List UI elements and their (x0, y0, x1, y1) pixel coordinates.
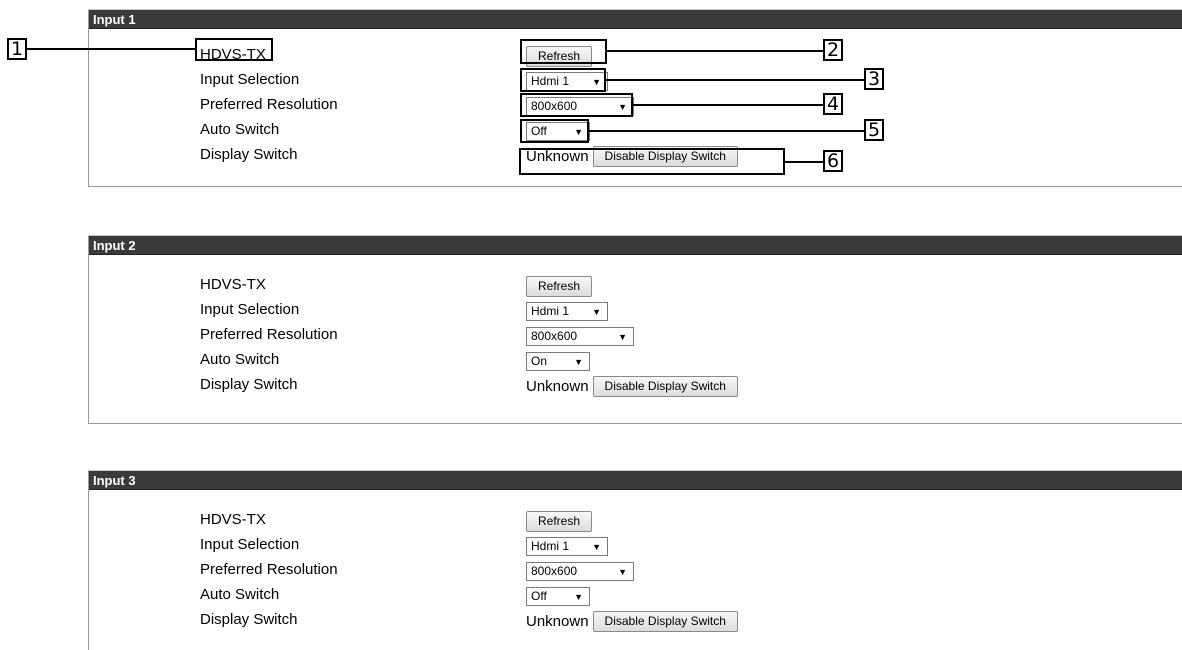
hdvs-tx-label: HDVS-TX (200, 511, 266, 528)
auto-switch-row: Auto Switch On ▼ (89, 348, 1182, 373)
refresh-button[interactable]: Refresh (526, 510, 593, 532)
caret-down-icon: ▼ (592, 306, 601, 317)
display-switch-status: Unknown (526, 612, 589, 630)
auto-switch-value: On (531, 354, 548, 368)
panel-title: Input 1 (89, 10, 1182, 29)
auto-switch-label: Auto Switch (200, 586, 280, 603)
callout-4-line (633, 104, 823, 106)
callout-5-line (589, 130, 864, 132)
callout-1-line (27, 48, 195, 50)
callout-1-highlight (195, 38, 273, 61)
callout-6-line (785, 161, 823, 163)
input-3-panel: Input 3 HDVS-TX Refresh Input Selection … (88, 470, 1182, 650)
preferred-resolution-row: Preferred Resolution 800x600 ▼ (89, 323, 1182, 348)
preferred-resolution-label: Preferred Resolution (200, 326, 338, 343)
caret-down-icon: ▼ (618, 566, 627, 577)
callout-5-highlight (520, 119, 589, 143)
callout-6: 6 (823, 150, 843, 172)
input-selection-value: Hdmi 1 (531, 539, 570, 553)
callout-2: 2 (823, 39, 843, 61)
auto-switch-row: Auto Switch Off ▼ (89, 583, 1182, 608)
preferred-resolution-row: Preferred Resolution 800x600 ▼ (89, 558, 1182, 583)
auto-switch-label: Auto Switch (200, 121, 280, 138)
input-selection-row: Input Selection Hdmi 1 ▼ (89, 533, 1182, 558)
callout-6-highlight (519, 148, 785, 175)
input-selection-value: Hdmi 1 (531, 304, 570, 318)
display-switch-label: Display Switch (200, 611, 298, 628)
callout-3: 3 (864, 68, 884, 90)
input-selection-select[interactable]: Hdmi 1 ▼ (526, 536, 608, 556)
callout-4-highlight (520, 93, 633, 117)
input-selection-label: Input Selection (200, 301, 300, 318)
input-selection-label: Input Selection (200, 536, 300, 553)
callout-3-line (606, 79, 864, 81)
callout-4: 4 (823, 93, 843, 115)
input-selection-label: Input Selection (200, 71, 300, 88)
display-switch-label: Display Switch (200, 146, 298, 163)
panel-title: Input 3 (89, 471, 1182, 490)
hdvs-tx-label: HDVS-TX (200, 276, 266, 293)
preferred-resolution-value: 800x600 (531, 564, 578, 578)
callout-2-highlight (520, 39, 607, 64)
preferred-resolution-label: Preferred Resolution (200, 561, 338, 578)
auto-switch-select[interactable]: On ▼ (526, 351, 590, 371)
hdvs-tx-row: HDVS-TX Refresh (89, 508, 1182, 533)
callout-3-highlight (520, 68, 606, 92)
input-2-panel: Input 2 HDVS-TX Refresh Input Selection … (88, 235, 1182, 424)
preferred-resolution-select[interactable]: 800x600 ▼ (526, 561, 634, 581)
disable-display-switch-button[interactable]: Disable Display Switch (592, 375, 738, 397)
disable-display-switch-button[interactable]: Disable Display Switch (592, 610, 738, 632)
display-switch-label: Display Switch (200, 376, 298, 393)
auto-switch-value: Off (531, 589, 547, 603)
caret-down-icon: ▼ (618, 331, 627, 342)
caret-down-icon: ▼ (592, 541, 601, 552)
preferred-resolution-value: 800x600 (531, 329, 578, 343)
preferred-resolution-select[interactable]: 800x600 ▼ (526, 326, 634, 346)
callout-2-line (607, 50, 823, 52)
display-switch-row: Display Switch Unknown Disable Display S… (89, 373, 1182, 398)
refresh-button[interactable]: Refresh (526, 275, 593, 297)
preferred-resolution-label: Preferred Resolution (200, 96, 338, 113)
input-selection-select[interactable]: Hdmi 1 ▼ (526, 301, 608, 321)
display-switch-row: Display Switch Unknown Disable Display S… (89, 608, 1182, 633)
auto-switch-label: Auto Switch (200, 351, 280, 368)
input-selection-row: Input Selection Hdmi 1 ▼ (89, 298, 1182, 323)
caret-down-icon: ▼ (574, 356, 583, 367)
panel-title: Input 2 (89, 236, 1182, 255)
hdvs-tx-row: HDVS-TX Refresh (89, 273, 1182, 298)
auto-switch-select[interactable]: Off ▼ (526, 586, 590, 606)
callout-1: 1 (7, 38, 27, 60)
callout-5: 5 (864, 119, 884, 141)
caret-down-icon: ▼ (574, 591, 583, 602)
display-switch-status: Unknown (526, 377, 589, 395)
